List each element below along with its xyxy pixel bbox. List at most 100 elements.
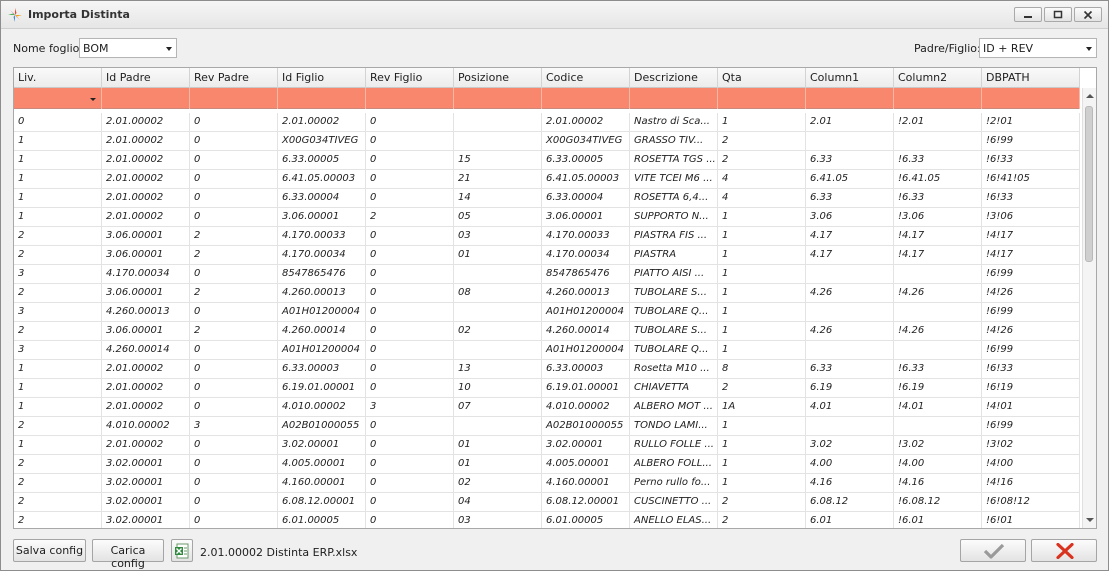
cell-col-column2[interactable]: !6.33 (894, 151, 982, 170)
cell-col-description[interactable]: TONDO LAMI... (630, 417, 718, 436)
table-row[interactable]: 3 4.260.00014 0 A01H01200004 0 A01H01200004 TU… (14, 341, 1080, 360)
cell-col-position[interactable] (454, 132, 542, 151)
cell-col-column1[interactable]: 4.26 (806, 322, 894, 341)
cell-col-column1[interactable] (806, 303, 894, 322)
cell-col-column1[interactable]: 6.08.12 (806, 493, 894, 512)
header-col-child-id[interactable]: Id Figlio (278, 68, 366, 88)
cell-col-code[interactable]: X00G034TIVEG (542, 132, 630, 151)
cell-col-child-id[interactable]: 4.010.00002 (278, 398, 366, 417)
cell-col-column1[interactable]: 3.02 (806, 436, 894, 455)
table-row[interactable]: 1 2.01.00002 0 6.19.01.00001 0 10 6.19.01.0000… (14, 379, 1080, 398)
cell-col-parent-id[interactable]: 3.06.00001 (102, 322, 190, 341)
cell-col-parent-rev[interactable]: 0 (190, 493, 278, 512)
cell-col-column2[interactable]: !4.17 (894, 246, 982, 265)
cell-col-child-id[interactable]: 6.33.00005 (278, 151, 366, 170)
cell-col-parent-id[interactable]: 4.170.00034 (102, 265, 190, 284)
cell-col-child-id[interactable]: 6.33.00004 (278, 189, 366, 208)
cell-col-dbpath[interactable]: !6!19 (982, 379, 1080, 398)
cell-col-column2[interactable]: !2.01 (894, 113, 982, 132)
cell-col-level[interactable]: 3 (14, 265, 102, 284)
cell-col-parent-rev[interactable]: 0 (190, 265, 278, 284)
table-row[interactable]: 2 3.06.00001 2 4.260.00014 0 02 4.260.00014 TUB… (14, 322, 1080, 341)
cell-col-column1[interactable]: 6.33 (806, 151, 894, 170)
cell-col-child-rev[interactable]: 0 (366, 512, 454, 528)
filter-col-position[interactable] (454, 88, 542, 109)
cell-col-column2[interactable]: !6.33 (894, 189, 982, 208)
cell-col-column2[interactable]: !6.01 (894, 512, 982, 528)
cell-col-child-rev[interactable]: 0 (366, 132, 454, 151)
table-row[interactable]: 1 2.01.00002 0 3.06.00001 2 05 3.06.00001 SUPPO… (14, 208, 1080, 227)
cell-col-column1[interactable]: 6.33 (806, 189, 894, 208)
scroll-up-icon[interactable] (1086, 94, 1094, 98)
close-window-button[interactable] (1074, 7, 1102, 22)
cell-col-description[interactable]: PIASTRA (630, 246, 718, 265)
header-col-qty[interactable]: Qta (718, 68, 806, 88)
cell-col-description[interactable]: TUBOLARE Q... (630, 303, 718, 322)
cell-col-column2[interactable]: !4.17 (894, 227, 982, 246)
cell-col-column1[interactable]: 6.01 (806, 512, 894, 528)
header-col-level[interactable]: Liv. (14, 68, 102, 88)
table-row[interactable]: 1 2.01.00002 0 6.33.00005 0 15 6.33.00005 ROSET… (14, 151, 1080, 170)
load-config-button[interactable]: Carica config (92, 539, 164, 570)
cell-col-column1[interactable]: 4.00 (806, 455, 894, 474)
cell-col-column2[interactable]: !6.08.12 (894, 493, 982, 512)
cell-col-position[interactable]: 01 (454, 436, 542, 455)
cell-col-column1[interactable]: 4.26 (806, 284, 894, 303)
cell-col-parent-id[interactable]: 3.02.00001 (102, 512, 190, 528)
save-config-button[interactable]: Salva config (13, 539, 86, 562)
cell-col-column2[interactable]: !3.02 (894, 436, 982, 455)
cell-col-child-rev[interactable]: 0 (366, 227, 454, 246)
cell-col-level[interactable]: 1 (14, 132, 102, 151)
cell-col-column2[interactable]: !4.01 (894, 398, 982, 417)
cell-col-position[interactable]: 10 (454, 379, 542, 398)
header-col-parent-id[interactable]: Id Padre (102, 68, 190, 88)
cell-col-parent-id[interactable]: 3.02.00001 (102, 474, 190, 493)
cell-col-description[interactable]: CUSCINETTO ... (630, 493, 718, 512)
cell-col-qty[interactable]: 1 (718, 246, 806, 265)
cell-col-parent-rev[interactable]: 3 (190, 417, 278, 436)
cell-col-dbpath[interactable]: !4!16 (982, 474, 1080, 493)
table-row[interactable]: 2 3.02.00001 0 4.160.00001 0 02 4.160.00001 Per… (14, 474, 1080, 493)
cell-col-qty[interactable]: 1 (718, 474, 806, 493)
cell-col-level[interactable]: 2 (14, 284, 102, 303)
cell-col-parent-rev[interactable]: 0 (190, 189, 278, 208)
cell-col-qty[interactable]: 2 (718, 132, 806, 151)
cell-col-parent-rev[interactable]: 0 (190, 208, 278, 227)
cell-col-column2[interactable]: !4.26 (894, 322, 982, 341)
cell-col-dbpath[interactable]: !6!33 (982, 360, 1080, 379)
cell-col-qty[interactable]: 1 (718, 227, 806, 246)
cell-col-level[interactable]: 2 (14, 474, 102, 493)
cell-col-column1[interactable] (806, 417, 894, 436)
cell-col-parent-id[interactable]: 4.010.00002 (102, 417, 190, 436)
cell-col-description[interactable]: PIASTRA FIS ... (630, 227, 718, 246)
cell-col-child-id[interactable]: 6.41.05.00003 (278, 170, 366, 189)
table-row[interactable]: 2 3.02.00001 0 6.08.12.00001 0 04 6.08.12.0000… (14, 493, 1080, 512)
cell-col-code[interactable]: 4.260.00013 (542, 284, 630, 303)
cell-col-child-id[interactable]: A01H01200004 (278, 341, 366, 360)
cell-col-parent-rev[interactable]: 0 (190, 170, 278, 189)
cell-col-column1[interactable]: 2.01 (806, 113, 894, 132)
cell-col-parent-rev[interactable]: 0 (190, 132, 278, 151)
table-row[interactable]: 0 2.01.00002 0 2.01.00002 0 2.01.00002 Nastro … (14, 113, 1080, 132)
table-row[interactable]: 1 2.01.00002 0 6.33.00004 0 14 6.33.00004 ROSET… (14, 189, 1080, 208)
minimize-button[interactable] (1014, 7, 1042, 22)
cell-col-child-id[interactable]: X00G034TIVEG (278, 132, 366, 151)
cell-col-qty[interactable]: 1 (718, 417, 806, 436)
header-col-child-rev[interactable]: Rev Figlio (366, 68, 454, 88)
header-col-column1[interactable]: Column1 (806, 68, 894, 88)
cell-col-description[interactable]: TUBOLARE Q... (630, 341, 718, 360)
header-col-dbpath[interactable]: DBPATH (982, 68, 1080, 88)
cell-col-qty[interactable]: 1 (718, 436, 806, 455)
cell-col-column1[interactable]: 6.41.05 (806, 170, 894, 189)
filter-dropdown-icon[interactable] (90, 98, 96, 101)
filter-col-child-rev[interactable] (366, 88, 454, 109)
filter-col-code[interactable] (542, 88, 630, 109)
cell-col-column1[interactable]: 3.06 (806, 208, 894, 227)
cell-col-level[interactable]: 2 (14, 512, 102, 528)
cell-col-child-rev[interactable]: 0 (366, 265, 454, 284)
cell-col-level[interactable]: 0 (14, 113, 102, 132)
cell-col-dbpath[interactable]: !6!41!05 (982, 170, 1080, 189)
cell-col-column2[interactable]: !6.19 (894, 379, 982, 398)
cell-col-qty[interactable]: 1 (718, 284, 806, 303)
table-row[interactable]: 2 3.02.00001 0 6.01.00005 0 03 6.01.00005 ANELL… (14, 512, 1080, 528)
